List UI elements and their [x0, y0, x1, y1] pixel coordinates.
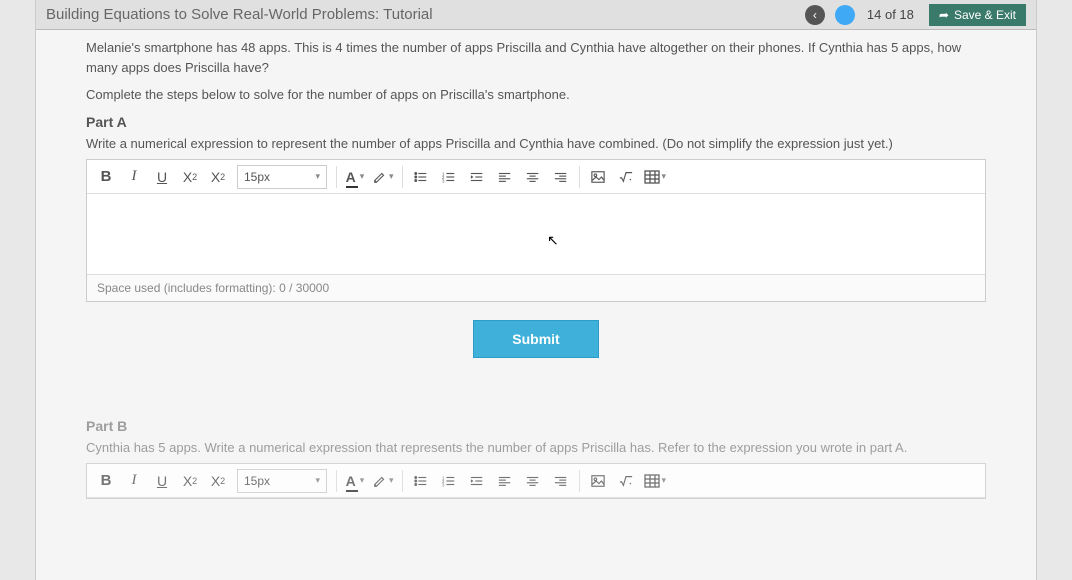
editor-b: B I U X2 X2 15px ▾ A ▾ — [86, 463, 986, 499]
progress-dot-icon — [835, 5, 855, 25]
exit-icon: ➦ — [939, 8, 949, 22]
separator — [402, 166, 403, 188]
table-button[interactable]: ▾ — [641, 164, 670, 190]
number-list-icon: 123 — [442, 170, 456, 184]
chevron-down-icon: ▾ — [389, 171, 394, 182]
top-bar: Building Equations to Solve Real-World P… — [36, 0, 1036, 30]
align-left-button[interactable] — [492, 468, 518, 494]
superscript-button[interactable]: X2 — [177, 468, 203, 494]
image-button[interactable] — [585, 468, 611, 494]
highlight-button[interactable]: ▾ — [370, 468, 397, 494]
image-icon — [591, 474, 605, 488]
align-center-icon — [526, 170, 540, 184]
indent-button[interactable] — [464, 164, 490, 190]
save-exit-button[interactable]: ➦ Save & Exit — [929, 4, 1026, 26]
part-b-desc: Cynthia has 5 apps. Write a numerical ex… — [86, 440, 986, 455]
chevron-down-icon: ▾ — [662, 171, 667, 182]
part-a-section: Part A Write a numerical expression to r… — [86, 114, 986, 388]
font-color-button[interactable]: A ▾ — [342, 164, 368, 190]
bullet-list-icon — [414, 170, 428, 184]
svg-text:3: 3 — [442, 482, 445, 487]
underline-button[interactable]: U — [149, 468, 175, 494]
part-a-desc: Write a numerical expression to represen… — [86, 136, 986, 151]
separator — [336, 470, 337, 492]
equation-button[interactable] — [613, 164, 639, 190]
subscript-button[interactable]: X2 — [205, 164, 231, 190]
align-right-icon — [554, 474, 568, 488]
content-area: Melanie's smartphone has 48 apps. This i… — [36, 30, 1036, 499]
space-used-label: Space used (includes formatting): 0 / 30… — [87, 274, 985, 301]
image-button[interactable] — [585, 164, 611, 190]
chevron-down-icon: ▾ — [315, 475, 320, 486]
submit-button[interactable]: Submit — [473, 320, 598, 358]
back-button[interactable]: ‹ — [805, 5, 825, 25]
page-counter: 14 of 18 — [867, 7, 914, 22]
align-right-button[interactable] — [548, 164, 574, 190]
toolbar-b: B I U X2 X2 15px ▾ A ▾ — [87, 464, 985, 498]
font-size-select[interactable]: 15px ▾ — [237, 469, 327, 493]
indent-icon — [470, 170, 484, 184]
bold-button[interactable]: B — [93, 164, 119, 190]
chevron-down-icon: ▾ — [389, 475, 394, 486]
image-icon — [591, 170, 605, 184]
bullet-list-button[interactable] — [408, 164, 434, 190]
highlight-icon — [373, 170, 387, 184]
align-center-button[interactable] — [520, 164, 546, 190]
number-list-icon: 123 — [442, 474, 456, 488]
italic-button[interactable]: I — [121, 164, 147, 190]
number-list-button[interactable]: 123 — [436, 164, 462, 190]
save-exit-label: Save & Exit — [954, 8, 1016, 22]
cursor-icon: ↖ — [547, 232, 559, 249]
superscript-button[interactable]: X2 — [177, 164, 203, 190]
subscript-button[interactable]: X2 — [205, 468, 231, 494]
align-center-icon — [526, 474, 540, 488]
align-left-button[interactable] — [492, 164, 518, 190]
problem-instruction: Complete the steps below to solve for th… — [86, 87, 986, 102]
chevron-down-icon: ▾ — [315, 171, 320, 182]
indent-button[interactable] — [464, 468, 490, 494]
chevron-down-icon: ▾ — [360, 171, 365, 182]
highlight-icon — [373, 474, 387, 488]
align-center-button[interactable] — [520, 468, 546, 494]
chevron-left-icon: ‹ — [813, 8, 817, 22]
font-size-value: 15px — [244, 474, 270, 488]
underline-button[interactable]: U — [149, 164, 175, 190]
equation-button[interactable] — [613, 468, 639, 494]
table-icon — [644, 170, 660, 184]
part-b-label: Part B — [86, 418, 986, 434]
table-icon — [644, 474, 660, 488]
align-right-button[interactable] — [548, 468, 574, 494]
part-a-label: Part A — [86, 114, 986, 130]
italic-button[interactable]: I — [121, 468, 147, 494]
separator — [402, 470, 403, 492]
submit-row: Submit — [86, 302, 986, 388]
problem-text: Melanie's smartphone has 48 apps. This i… — [86, 38, 986, 77]
align-right-icon — [554, 170, 568, 184]
separator — [579, 470, 580, 492]
font-size-value: 15px — [244, 170, 270, 184]
page-title: Building Equations to Solve Real-World P… — [46, 6, 805, 23]
part-b-section: Part B Cynthia has 5 apps. Write a numer… — [86, 418, 986, 499]
toolbar-a: B I U X2 X2 15px ▾ A ▾ — [87, 160, 985, 194]
align-left-icon — [498, 170, 512, 184]
bullet-list-button[interactable] — [408, 468, 434, 494]
number-list-button[interactable]: 123 — [436, 468, 462, 494]
svg-text:3: 3 — [442, 178, 445, 183]
bold-button[interactable]: B — [93, 468, 119, 494]
indent-icon — [470, 474, 484, 488]
sqrt-icon — [619, 474, 633, 488]
sqrt-icon — [619, 170, 633, 184]
chevron-down-icon: ▾ — [360, 475, 365, 486]
editor-a: B I U X2 X2 15px ▾ A ▾ — [86, 159, 986, 302]
bullet-list-icon — [414, 474, 428, 488]
separator — [579, 166, 580, 188]
editor-textarea-a[interactable]: ↖ — [87, 194, 985, 274]
separator — [336, 166, 337, 188]
chevron-down-icon: ▾ — [662, 475, 667, 486]
font-color-button[interactable]: A ▾ — [342, 468, 368, 494]
font-size-select[interactable]: 15px ▾ — [237, 165, 327, 189]
table-button[interactable]: ▾ — [641, 468, 670, 494]
highlight-button[interactable]: ▾ — [370, 164, 397, 190]
align-left-icon — [498, 474, 512, 488]
